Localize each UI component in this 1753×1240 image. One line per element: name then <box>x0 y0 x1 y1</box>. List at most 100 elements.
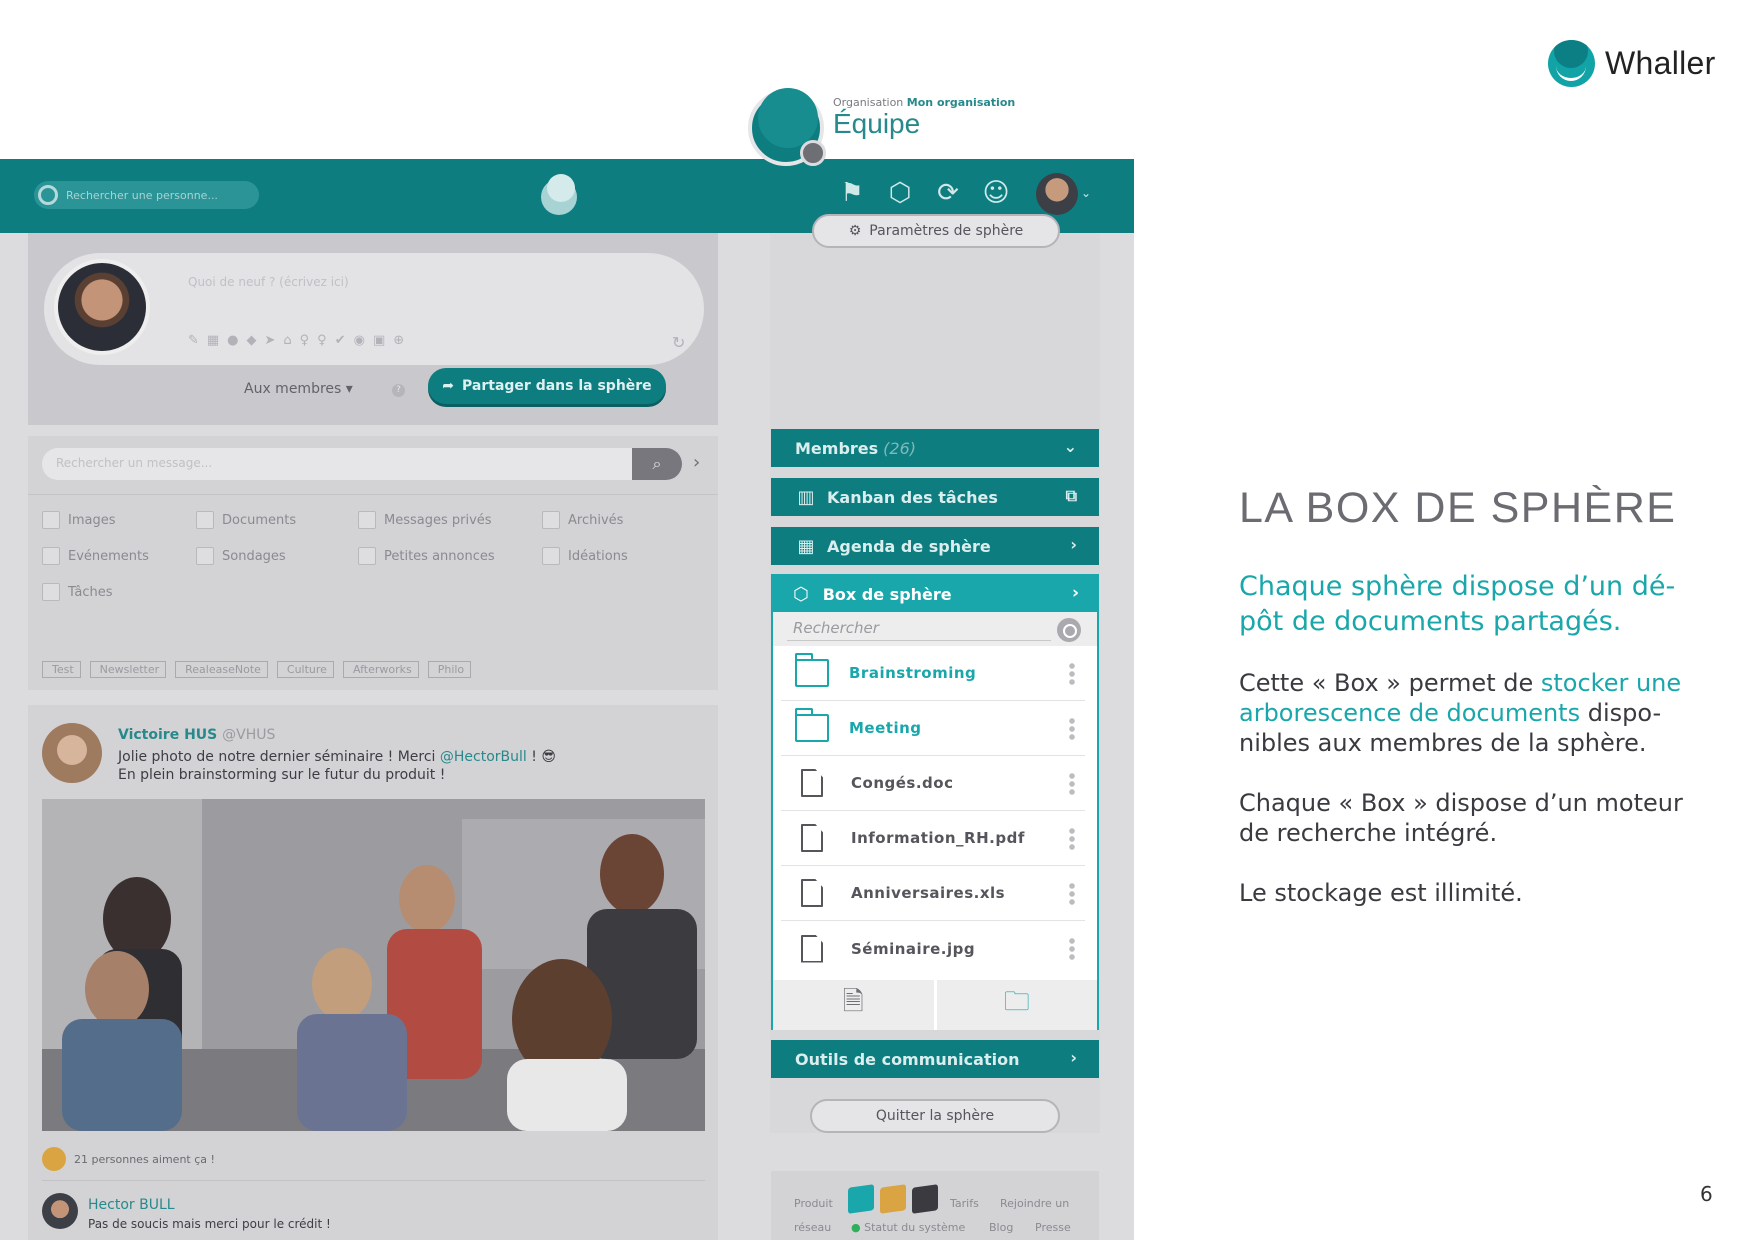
sphere-settings-button[interactable]: ⚙ Paramètres de sphère <box>812 214 1060 248</box>
add-sphere-icon[interactable]: ⬡ <box>884 177 916 209</box>
filter-tasks[interactable]: Tâches <box>42 583 113 601</box>
filter-ideations[interactable]: Idéations <box>542 547 628 565</box>
section-agenda[interactable]: ▦ Agenda de sphère › <box>771 527 1099 565</box>
checkbox[interactable] <box>358 547 376 565</box>
meeting-photo-illustration <box>42 799 705 1131</box>
post-author[interactable]: Victoire HUS @VHUS <box>118 727 275 743</box>
filter-label: Documents <box>222 512 297 528</box>
organisation-name[interactable]: Mon organisation <box>907 96 1015 109</box>
footer-link-statut[interactable]: ● Statut du système <box>851 1221 965 1234</box>
refresh-icon[interactable]: ↻ <box>672 333 685 352</box>
flag-icon[interactable]: ⚑ <box>836 177 868 209</box>
post-photo[interactable] <box>42 799 705 1131</box>
more-options-icon[interactable] <box>1069 937 1075 961</box>
more-options-icon[interactable] <box>1069 662 1075 686</box>
file-name: Anniversaires.xls <box>851 884 1006 902</box>
footer-link-reseau[interactable]: réseau <box>794 1221 831 1234</box>
reply-author-avatar[interactable] <box>42 1193 78 1229</box>
user-avatar[interactable] <box>1036 173 1078 215</box>
search-icon[interactable]: ⌕ <box>632 448 682 480</box>
tag[interactable]: Newsletter <box>89 661 167 678</box>
filter-documents[interactable]: Documents <box>196 511 296 529</box>
chevron-right-icon[interactable]: › <box>693 452 700 473</box>
folder-item[interactable]: Meeting <box>781 701 1085 756</box>
footer-link-blog[interactable]: Blog <box>989 1221 1013 1234</box>
divider <box>42 1180 705 1181</box>
add-network-icon[interactable]: ⟳ <box>932 177 964 209</box>
checkbox[interactable] <box>542 547 560 565</box>
add-folder-icon[interactable]: 🗀 <box>933 980 1098 1030</box>
box-search-input[interactable]: Rechercher <box>773 612 1097 646</box>
tag[interactable]: Afterworks <box>342 661 419 678</box>
leave-sphere-button[interactable]: Quitter la sphère <box>810 1099 1060 1133</box>
chevron-right-icon: › <box>1070 1048 1077 1067</box>
folder-item[interactable]: Brainstroming <box>781 646 1085 701</box>
reply-author[interactable]: Hector BULL <box>88 1197 175 1213</box>
composer-tool-icons[interactable]: ✎▦●◆➤⌂♀♀✔◉▣⊕ <box>188 333 412 348</box>
checkbox[interactable] <box>542 511 560 529</box>
post-mention[interactable]: @HectorBull <box>440 749 527 765</box>
gear-icon: ⚙ <box>848 223 862 239</box>
file-item[interactable]: Anniversaires.xls <box>781 866 1085 921</box>
file-item[interactable]: Congés.doc <box>781 756 1085 811</box>
brand-name: Whaller <box>1605 45 1716 81</box>
footer-link-produit[interactable]: Produit <box>794 1197 833 1210</box>
home-logo-icon[interactable] <box>541 174 577 215</box>
filter-polls[interactable]: Sondages <box>196 547 286 565</box>
share-button-label: Partager dans la sphère <box>462 378 652 394</box>
section-box[interactable]: ⬡ Box de sphère › <box>773 576 1097 612</box>
tag[interactable]: Culture <box>276 661 334 678</box>
share-button[interactable]: ➦ Partager dans la sphère <box>428 368 666 404</box>
section-communication-tools[interactable]: Outils de communication › <box>771 1040 1099 1078</box>
tag[interactable]: Philo <box>427 661 472 678</box>
footer-link-presse[interactable]: Presse <box>1035 1221 1071 1234</box>
add-contact-icon[interactable]: ☺ <box>980 177 1012 209</box>
filter-images[interactable]: Images <box>42 511 116 529</box>
checkbox[interactable] <box>358 511 376 529</box>
filter-private-messages[interactable]: Messages privés <box>358 511 492 529</box>
checkbox[interactable] <box>42 511 60 529</box>
footer-link-rejoindre[interactable]: Rejoindre un <box>1000 1197 1069 1210</box>
footer-link-tarifs[interactable]: Tarifs <box>950 1197 979 1210</box>
file-icon <box>801 934 823 963</box>
post-likes[interactable]: 21 personnes aiment ça ! <box>42 1147 215 1171</box>
filter-classifieds[interactable]: Petites annonces <box>358 547 495 565</box>
more-options-icon[interactable] <box>1069 882 1075 906</box>
file-item[interactable]: Information_RH.pdf <box>781 811 1085 866</box>
slide-lead: Chaque sphère dispose d’un dé-pôt de doc… <box>1239 571 1676 637</box>
person-search-input[interactable]: Rechercher une personne... <box>34 181 259 209</box>
external-link-icon: ⧉ <box>1065 486 1077 505</box>
divider <box>28 494 718 495</box>
message-search-input[interactable]: Rechercher un message... ⌕ <box>42 448 682 480</box>
search-icon[interactable] <box>1057 618 1081 642</box>
help-icon[interactable]: ? <box>392 384 405 397</box>
checkbox[interactable] <box>42 583 60 601</box>
sphere-settings-label: Paramètres de sphère <box>869 223 1024 239</box>
file-item[interactable]: Séminaire.jpg <box>781 921 1085 976</box>
tag[interactable]: Test <box>42 661 81 678</box>
checkbox[interactable] <box>196 511 214 529</box>
post-author-avatar[interactable] <box>42 723 102 783</box>
file-icon <box>801 879 823 907</box>
section-label: Box de sphère <box>822 584 952 604</box>
search-icon <box>38 185 58 205</box>
more-options-icon[interactable] <box>1069 772 1075 796</box>
filter-events[interactable]: Evénements <box>42 547 149 565</box>
person-search-placeholder: Rechercher une personne... <box>66 188 218 202</box>
checkbox[interactable] <box>42 547 60 565</box>
product-cube-gold-icon <box>880 1184 906 1214</box>
checkbox[interactable] <box>196 547 214 565</box>
audience-select[interactable]: Aux membres ▾ <box>244 381 353 397</box>
chevron-right-icon: › <box>1070 535 1077 554</box>
folder-icon <box>795 653 829 687</box>
whaller-logo: Whaller <box>1548 40 1716 87</box>
box-search-placeholder: Rechercher <box>793 619 879 637</box>
add-file-icon[interactable]: 🗎 <box>773 980 934 1030</box>
section-members[interactable]: Membres (26) ⌄ <box>771 429 1099 467</box>
filter-archived[interactable]: Archivés <box>542 511 623 529</box>
more-options-icon[interactable] <box>1069 717 1075 741</box>
section-kanban[interactable]: ▥ Kanban des tâches ⧉ <box>771 478 1099 516</box>
more-options-icon[interactable] <box>1069 827 1075 851</box>
chevron-down-icon[interactable]: ⌄ <box>1081 186 1091 200</box>
tag[interactable]: RealeaseNote <box>175 661 268 678</box>
